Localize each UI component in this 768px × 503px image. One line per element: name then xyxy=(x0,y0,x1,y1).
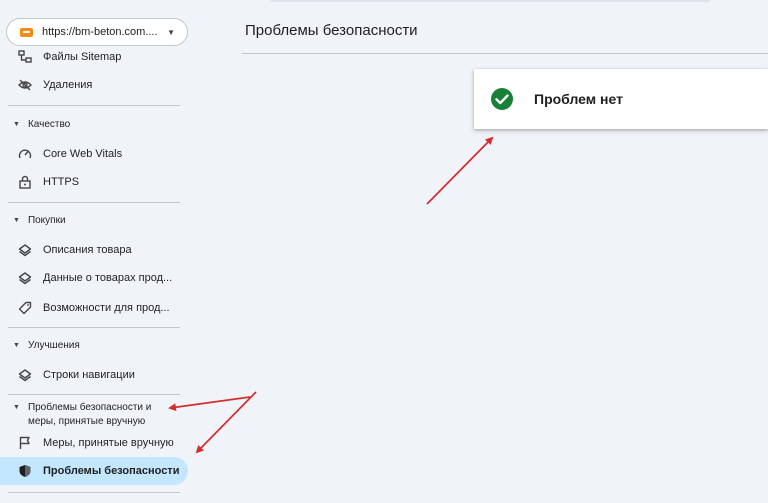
nav-product-snippets[interactable]: Описания товара xyxy=(0,236,188,264)
section-security[interactable]: ▼ Проблемы безопасности и меры, принятые… xyxy=(0,401,170,429)
section-enhancements[interactable]: ▼ Улучшения xyxy=(0,339,180,353)
shield-icon xyxy=(17,463,33,479)
nav-security-issues[interactable]: Проблемы безопасности xyxy=(0,457,188,485)
nav-breadcrumbs[interactable]: Строки навигации xyxy=(0,361,188,389)
section-caret-icon: ▼ xyxy=(13,217,20,224)
sidebar: https://bm-beton.com.... ▼ Файлы Sitemap… xyxy=(0,0,190,503)
section-security-label: Проблемы безопасности и меры, принятые в… xyxy=(27,402,152,427)
layers-icon xyxy=(17,270,33,286)
nav-https-label: HTTPS xyxy=(43,176,80,188)
lock-icon xyxy=(17,174,33,190)
eye-off-icon xyxy=(17,77,33,93)
section-caret-icon: ▼ xyxy=(13,342,20,349)
section-enhancements-label: Улучшения xyxy=(27,340,80,351)
search-bar-edge xyxy=(270,0,710,2)
divider xyxy=(8,202,180,203)
divider xyxy=(8,327,180,328)
divider xyxy=(8,105,180,106)
property-selector[interactable]: https://bm-beton.com.... ▼ xyxy=(6,18,188,46)
nav-security-issues-label: Проблемы безопасности xyxy=(43,465,180,477)
section-shopping[interactable]: ▼ Покупки xyxy=(0,214,180,228)
check-circle-icon xyxy=(491,88,513,110)
site-favicon-icon xyxy=(20,27,33,37)
nav-core-web-vitals[interactable]: Core Web Vitals xyxy=(0,140,188,168)
nav-sitemaps[interactable]: Файлы Sitemap xyxy=(0,43,188,71)
nav-merchant-listings[interactable]: Данные о товарах прод... xyxy=(0,264,188,292)
gauge-icon xyxy=(17,146,33,162)
divider xyxy=(8,492,180,493)
page-title: Проблемы безопасности xyxy=(245,22,418,39)
nav-merchant-listings-label: Данные о товарах прод... xyxy=(43,272,173,284)
status-text: Проблем нет xyxy=(534,91,623,107)
section-shopping-label: Покупки xyxy=(27,215,66,226)
nav-removals-label: Удаления xyxy=(43,79,93,91)
layers-icon xyxy=(17,242,33,258)
property-url: https://bm-beton.com.... xyxy=(42,26,158,38)
nav-removals[interactable]: Удаления xyxy=(0,71,188,99)
tag-icon xyxy=(17,300,33,316)
nav-cwv-label: Core Web Vitals xyxy=(43,148,123,160)
section-quality-label: Качество xyxy=(27,119,71,130)
nav-product-snippets-label: Описания товара xyxy=(43,244,132,256)
nav-breadcrumbs-label: Строки навигации xyxy=(43,369,135,381)
nav-shopping-tab[interactable]: Возможности для прод... xyxy=(0,294,188,322)
title-divider xyxy=(242,53,768,54)
nav-sitemaps-label: Файлы Sitemap xyxy=(43,51,122,63)
nav-manual-actions[interactable]: Меры, принятые вручную xyxy=(0,429,188,457)
section-caret-icon: ▼ xyxy=(13,404,20,411)
flag-icon xyxy=(17,435,33,451)
nav-manual-actions-label: Меры, принятые вручную xyxy=(43,437,174,449)
section-caret-icon: ▼ xyxy=(13,121,20,128)
divider xyxy=(8,394,180,395)
section-quality[interactable]: ▼ Качество xyxy=(0,118,180,132)
nav-shopping-tab-label: Возможности для прод... xyxy=(43,302,170,314)
status-card: Проблем нет xyxy=(474,69,768,129)
dropdown-caret-icon: ▼ xyxy=(167,27,175,37)
layers-icon xyxy=(17,367,33,383)
main-content: Проблемы безопасности Проблем нет xyxy=(190,0,768,503)
sitemap-icon xyxy=(17,49,33,65)
nav-https[interactable]: HTTPS xyxy=(0,168,188,196)
